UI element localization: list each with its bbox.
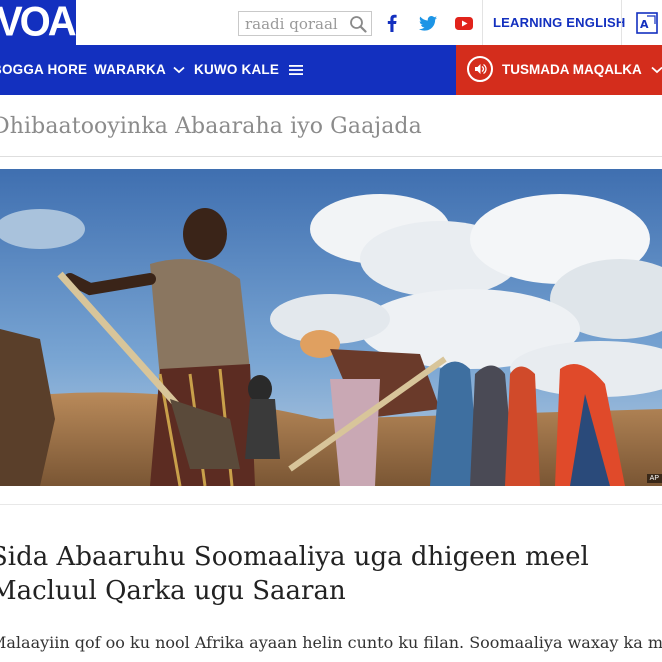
voa-logo[interactable]: VOA [0, 0, 76, 45]
language-icon[interactable]: A [636, 12, 658, 34]
nav-more[interactable]: KUWO KALE [194, 45, 303, 95]
chevron-down-icon [173, 67, 185, 74]
learning-english-link[interactable]: LEARNING ENGLISH [493, 0, 625, 45]
listen-label: TUSMADA MAQALKA [502, 45, 662, 95]
article-body: Malaayiin qof oo ku nool Afrika ayaan he… [0, 633, 662, 652]
article-headline[interactable]: Sida Abaaruhu Soomaaliya uga dhigeen mee… [0, 540, 662, 608]
top-bar: VOA LEARNING ENGLISH A [0, 0, 662, 46]
section-divider [0, 156, 662, 157]
nav-more-label: KUWO KALE [194, 62, 280, 77]
header-divider [621, 0, 622, 45]
search-icon[interactable] [349, 15, 367, 33]
article-hero-image[interactable]: AP [0, 169, 662, 486]
search-input[interactable] [239, 12, 357, 35]
nav-news-label: WARARKA [94, 62, 166, 77]
svg-text:A: A [640, 18, 649, 31]
menu-icon [289, 65, 303, 76]
nav-news[interactable]: WARARKA [94, 45, 185, 95]
twitter-icon[interactable] [419, 16, 437, 31]
hero-photo [0, 169, 662, 486]
search-box [238, 11, 372, 36]
listen-button[interactable]: TUSMADA MAQALKA [456, 45, 662, 95]
section-title[interactable]: Dhibaatooyinka Abaaraha iyo Gaajada [0, 114, 422, 139]
content-divider [0, 504, 662, 505]
image-credit: AP [646, 474, 662, 483]
youtube-icon[interactable] [455, 17, 473, 30]
header-divider [482, 0, 483, 45]
chevron-down-icon [651, 67, 662, 74]
facebook-icon[interactable] [387, 14, 397, 32]
nav-home[interactable]: BOGGA HORE [0, 45, 87, 95]
speaker-icon [467, 56, 493, 82]
